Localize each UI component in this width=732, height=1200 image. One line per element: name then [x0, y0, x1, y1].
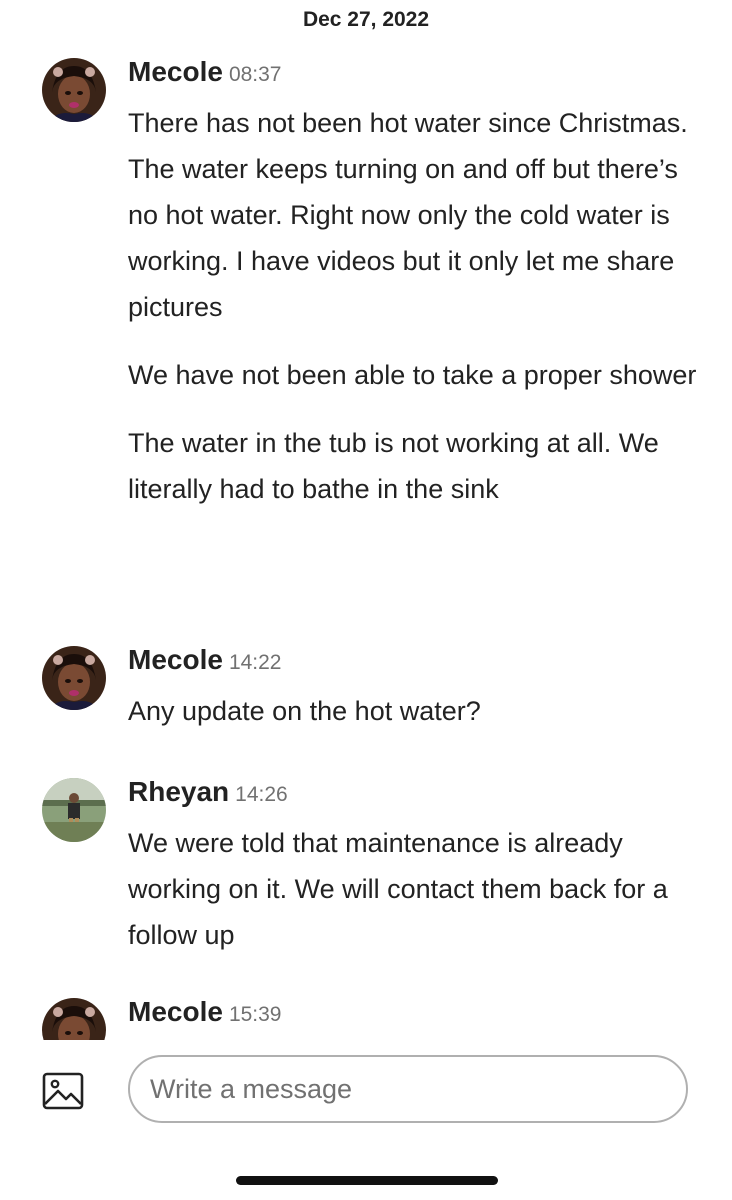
message-input-container[interactable]	[128, 1055, 688, 1123]
message-text: We were told that maintenance is already…	[128, 828, 668, 950]
message-time: 08:37	[228, 63, 282, 86]
date-header: Dec 27, 2022	[302, 8, 430, 31]
message-header: Mecole 14:22	[128, 644, 282, 676]
message-thread[interactable]: Dec 27, 2022 Mecole 08:37 There has not b…	[0, 0, 732, 1040]
rheyan-avatar[interactable]	[42, 778, 106, 842]
sender-name: Mecole	[128, 56, 223, 87]
mecole-avatar[interactable]	[42, 646, 106, 710]
message-text: The water in the tub is not working at a…	[128, 428, 659, 504]
message-text: We have not been able to take a proper s…	[128, 360, 697, 390]
message-time: 14:22	[228, 651, 282, 674]
mecole-avatar[interactable]	[42, 58, 106, 122]
message-header: Mecole 15:39	[128, 996, 282, 1028]
sender-name: Rheyan	[128, 776, 230, 807]
message-text: There has not been hot water since Chris…	[128, 108, 688, 322]
message-body: There has not been hot water since Chris…	[128, 100, 708, 512]
message-time: 14:26	[235, 783, 288, 806]
mecole-avatar[interactable]	[42, 998, 106, 1040]
message-text: Any update on the hot water?	[128, 696, 481, 726]
message-header: Rheyan 14:26	[128, 776, 288, 808]
message-input[interactable]	[150, 1057, 670, 1121]
message-composer	[0, 1040, 732, 1200]
message-header: Mecole 08:37	[128, 56, 282, 88]
message-body: We were told that maintenance is already…	[128, 820, 708, 958]
image-icon[interactable]	[42, 1072, 84, 1112]
message-body: Any update on the hot water?	[128, 688, 708, 734]
message-time: 15:39	[228, 1003, 282, 1026]
sender-name: Mecole	[128, 644, 223, 675]
sender-name: Mecole	[128, 996, 223, 1027]
home-indicator[interactable]	[236, 1176, 498, 1185]
